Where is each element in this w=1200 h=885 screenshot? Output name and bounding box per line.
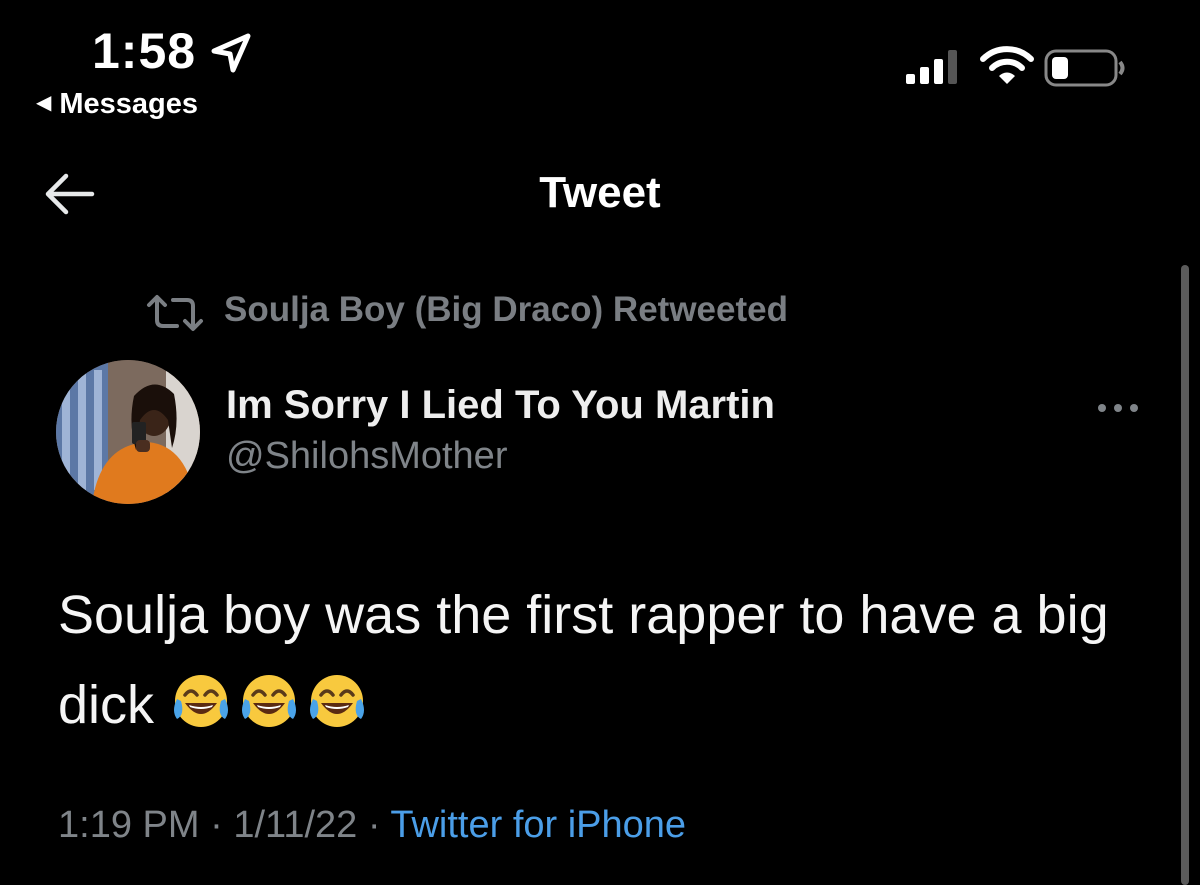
meta-separator: ·	[367, 804, 381, 846]
face-with-tears-of-joy-icon	[237, 668, 301, 728]
status-time: 1:58	[92, 23, 197, 79]
avatar[interactable]	[56, 360, 200, 504]
author-handle[interactable]: @ShilohsMother	[226, 435, 507, 478]
tweet-source-link[interactable]: Twitter for iPhone	[390, 804, 686, 846]
face-with-tears-of-joy-icon	[305, 668, 369, 728]
back-triangle-icon: ◀	[36, 92, 52, 114]
face-with-tears-of-joy-icon	[169, 668, 233, 728]
back-app-label: Messages	[59, 88, 199, 120]
battery-icon	[1044, 49, 1125, 87]
retweet-icon	[147, 295, 203, 331]
scrollbar[interactable]	[1181, 265, 1189, 885]
avatar-photo	[56, 360, 200, 504]
more-options-icon[interactable]	[1094, 396, 1142, 420]
page-title: Tweet	[539, 168, 661, 217]
tweet-text: Soulja boy was the first rapper to have …	[58, 570, 1168, 750]
meta-separator: ·	[210, 804, 223, 846]
tweet-date: 1/11/22	[233, 804, 358, 846]
wifi-icon	[980, 46, 1034, 84]
location-arrow-icon	[211, 33, 251, 73]
back-to-messages[interactable]: ◀ Messages	[36, 88, 198, 121]
author-display-name[interactable]: Im Sorry I Lied To You Martin	[226, 383, 775, 428]
tweet-meta: 1:19 PM · 1/11/22 · Twitter for iPhone	[58, 804, 686, 847]
retweeted-by-label[interactable]: Soulja Boy (Big Draco) Retweeted	[224, 290, 788, 330]
cellular-signal-icon	[906, 50, 957, 84]
tweet-time: 1:19 PM	[58, 804, 200, 846]
